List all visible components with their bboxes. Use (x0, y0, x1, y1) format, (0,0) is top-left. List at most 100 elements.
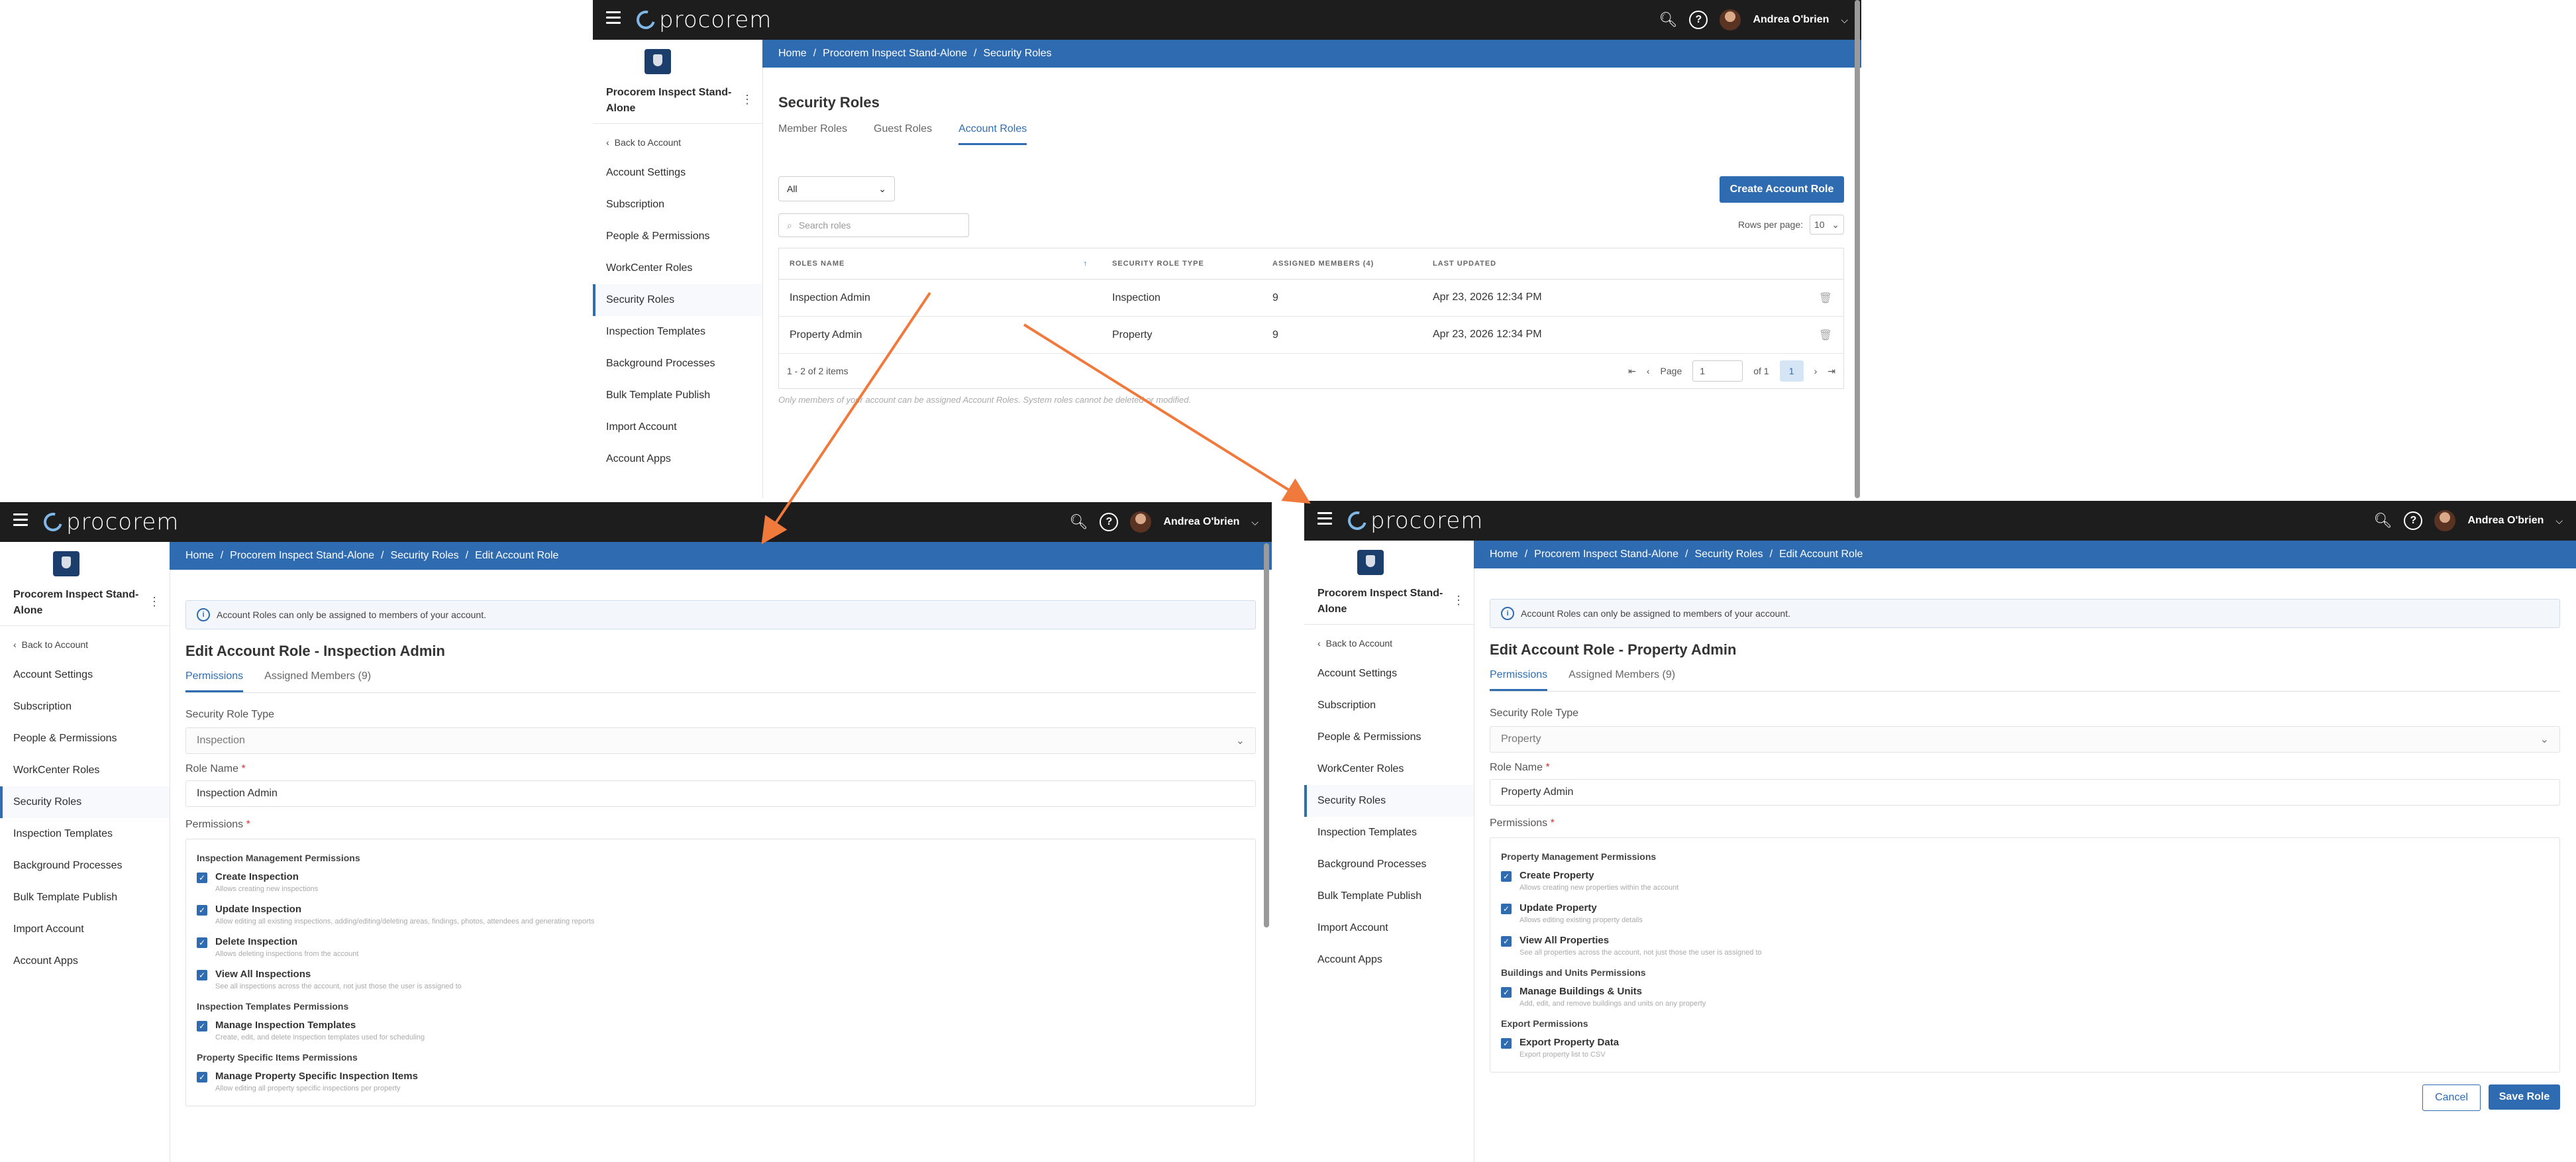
sidebar-item-workcenter[interactable]: WorkCenter Roles (0, 755, 170, 786)
chevron-down-icon[interactable]: ⌵ (1251, 517, 1259, 528)
sidebar-item-apps[interactable]: Account Apps (593, 443, 762, 475)
checkbox-checked[interactable]: ✓ (197, 1021, 207, 1031)
tab-permissions[interactable]: Permissions (185, 670, 244, 692)
tab-account-roles[interactable]: Account Roles (958, 123, 1027, 145)
sidebar-item-background[interactable]: Background Processes (1304, 849, 1474, 880)
checkbox-checked[interactable]: ✓ (1501, 987, 1512, 998)
page-input[interactable]: 1 (1692, 360, 1743, 382)
sidebar-item-templates[interactable]: Inspection Templates (1304, 817, 1474, 849)
checkbox-checked[interactable]: ✓ (197, 1072, 207, 1083)
delete-icon[interactable]: 🗑︎ (1819, 291, 1832, 305)
scrollbar[interactable] (1855, 0, 1860, 498)
sidebar-item-workcenter[interactable]: WorkCenter Roles (593, 252, 762, 284)
sidebar-item-people[interactable]: People & Permissions (0, 723, 170, 755)
search-icon[interactable]: 🔍︎ (1069, 513, 1088, 531)
user-name[interactable]: Andrea O'brien (2467, 515, 2544, 527)
col-roles-name[interactable]: ROLES NAME ↑ (779, 248, 1102, 280)
sidebar-item-background[interactable]: Background Processes (593, 348, 762, 380)
sidebar-item-subscription[interactable]: Subscription (1304, 690, 1474, 721)
help-icon[interactable]: ? (2404, 511, 2423, 530)
chevron-down-icon[interactable]: ⌵ (2555, 515, 2563, 527)
sidebar-item-bulk-publish[interactable]: Bulk Template Publish (593, 380, 762, 411)
procorem-logo[interactable]: procorem (633, 7, 772, 33)
back-to-account-link[interactable]: ‹ Back to Account (13, 639, 170, 650)
kebab-icon[interactable]: ⋮ (1453, 594, 1465, 607)
sidebar-item-templates[interactable]: Inspection Templates (593, 316, 762, 348)
crumb-home[interactable]: Home (778, 48, 807, 60)
save-role-button[interactable]: Save Role (2489, 1084, 2560, 1110)
sidebar-item-people[interactable]: People & Permissions (1304, 721, 1474, 753)
tab-permissions[interactable]: Permissions (1490, 669, 1548, 691)
sidebar-item-apps[interactable]: Account Apps (0, 945, 170, 977)
role-filter-select[interactable]: All ⌄ (778, 176, 895, 201)
checkbox-checked[interactable]: ✓ (197, 970, 207, 980)
delete-icon[interactable]: 🗑︎ (1819, 329, 1832, 342)
crumb-security-roles[interactable]: Security Roles (1694, 549, 1763, 560)
cancel-button[interactable]: Cancel (2422, 1084, 2481, 1111)
sidebar-item-account-settings[interactable]: Account Settings (593, 157, 762, 189)
tab-guest-roles[interactable]: Guest Roles (874, 123, 932, 145)
back-to-account-link[interactable]: ‹ Back to Account (1317, 638, 1474, 649)
procorem-logo[interactable]: procorem (1344, 507, 1483, 534)
checkbox-checked[interactable]: ✓ (1501, 904, 1512, 914)
role-name-input[interactable]: Inspection Admin (185, 780, 1256, 807)
chevron-down-icon[interactable]: ⌵ (1841, 15, 1848, 26)
avatar[interactable] (2434, 510, 2456, 531)
sidebar-item-account-settings[interactable]: Account Settings (0, 659, 170, 691)
current-page-button[interactable]: 1 (1779, 360, 1804, 382)
crumb-security-roles[interactable]: Security Roles (390, 550, 458, 562)
crumb-org[interactable]: Procorem Inspect Stand-Alone (230, 550, 374, 562)
kebab-icon[interactable]: ⋮ (148, 595, 160, 609)
crumb-org[interactable]: Procorem Inspect Stand-Alone (1534, 549, 1678, 560)
avatar[interactable] (1130, 511, 1152, 533)
procorem-logo[interactable]: procorem (40, 509, 179, 535)
role-type-select[interactable]: Property ⌄ (1490, 726, 2560, 753)
user-name[interactable]: Andrea O'brien (1163, 516, 1239, 528)
menu-icon[interactable] (1317, 512, 1332, 525)
search-input[interactable]: ⌕ Search roles (778, 213, 969, 237)
create-account-role-button[interactable]: Create Account Role (1720, 176, 1844, 203)
sort-up-icon[interactable]: ↑ (1084, 260, 1088, 268)
checkbox-checked[interactable]: ✓ (197, 872, 207, 883)
crumb-home[interactable]: Home (185, 550, 214, 562)
menu-icon[interactable] (606, 11, 621, 24)
checkbox-checked[interactable]: ✓ (1501, 936, 1512, 947)
prev-page-icon[interactable]: ‹ (1647, 366, 1650, 376)
crumb-home[interactable]: Home (1490, 549, 1518, 560)
table-row[interactable]: Property Admin Property 9 Apr 23, 2026 1… (779, 316, 1843, 354)
role-type-select[interactable]: Inspection ⌄ (185, 727, 1256, 754)
sidebar-item-subscription[interactable]: Subscription (593, 189, 762, 221)
sidebar-item-account-settings[interactable]: Account Settings (1304, 658, 1474, 690)
sidebar-item-bulk-publish[interactable]: Bulk Template Publish (1304, 880, 1474, 912)
crumb-org[interactable]: Procorem Inspect Stand-Alone (823, 48, 967, 60)
next-page-icon[interactable]: › (1814, 366, 1818, 376)
help-icon[interactable]: ? (1689, 11, 1708, 29)
sidebar-item-import[interactable]: Import Account (593, 411, 762, 443)
sidebar-item-apps[interactable]: Account Apps (1304, 944, 1474, 976)
sidebar-item-security-roles[interactable]: Security Roles (1304, 785, 1474, 817)
menu-icon[interactable] (13, 513, 28, 526)
first-page-icon[interactable]: ⇤ (1628, 366, 1636, 377)
role-name[interactable]: Inspection Admin (779, 279, 1102, 317)
sidebar-item-security-roles[interactable]: Security Roles (593, 284, 762, 316)
sidebar-item-background[interactable]: Background Processes (0, 850, 170, 882)
scrollbar[interactable] (1264, 543, 1269, 927)
sidebar-item-people[interactable]: People & Permissions (593, 221, 762, 252)
checkbox-checked[interactable]: ✓ (197, 937, 207, 948)
user-name[interactable]: Andrea O'brien (1753, 14, 1829, 26)
sidebar-item-import[interactable]: Import Account (1304, 912, 1474, 944)
last-page-icon[interactable]: ⇥ (1828, 366, 1835, 377)
table-row[interactable]: Inspection Admin Inspection 9 Apr 23, 20… (779, 279, 1843, 317)
sidebar-item-workcenter[interactable]: WorkCenter Roles (1304, 753, 1474, 785)
tab-member-roles[interactable]: Member Roles (778, 123, 847, 145)
back-to-account-link[interactable]: ‹ Back to Account (606, 137, 762, 148)
tab-assigned-members[interactable]: Assigned Members (9) (264, 670, 371, 692)
sidebar-item-security-roles[interactable]: Security Roles (0, 786, 170, 818)
sidebar-item-bulk-publish[interactable]: Bulk Template Publish (0, 882, 170, 914)
search-icon[interactable]: 🔍︎ (2373, 511, 2392, 530)
avatar[interactable] (1720, 9, 1741, 30)
role-name-input[interactable]: Property Admin (1490, 779, 2560, 806)
search-icon[interactable]: 🔍︎ (1659, 11, 1677, 29)
rows-per-page-select[interactable]: 10 ⌄ (1810, 215, 1844, 235)
role-name[interactable]: Property Admin (779, 316, 1102, 354)
